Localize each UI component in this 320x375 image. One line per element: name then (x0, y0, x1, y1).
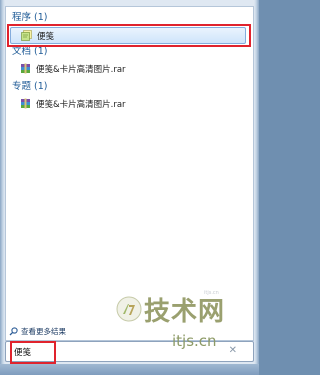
rar-archive-icon (21, 63, 30, 74)
watermark-logo (116, 296, 142, 322)
group-header-topics: 专题 (1) (12, 81, 48, 92)
rar-archive-icon (21, 98, 30, 109)
result-item-topic-rar[interactable]: 便笺&卡片高清图片.rar (10, 95, 246, 112)
result-label: 便笺 (37, 31, 55, 42)
search-icon (9, 326, 18, 335)
result-item-document-rar[interactable]: 便笺&卡片高清图片.rar (10, 60, 246, 77)
watermark-source-label: itjs.cn (204, 290, 219, 296)
start-menu-search-panel: 程序 (1) 便笺 文档 (1) 便笺&卡片高清图片.rar 专题 (1) 便笺… (0, 0, 259, 375)
result-label: 便笺&卡片高清图片.rar (36, 64, 126, 75)
search-input-value: 便笺 (14, 348, 32, 358)
result-item-sticky-notes[interactable]: 便笺 (10, 27, 246, 44)
sticky-notes-icon (21, 30, 32, 41)
see-more-label: 查看更多结果 (21, 326, 66, 336)
result-label: 便笺&卡片高清图片.rar (36, 99, 126, 110)
watermark: 技术网 itjs.cn itjs.cn (104, 288, 259, 368)
watermark-title: 技术网 (144, 297, 226, 327)
group-header-documents: 文档 (1) (12, 46, 48, 57)
watermark-domain: itjs.cn (172, 332, 217, 350)
see-more-results-link[interactable]: 查看更多结果 (9, 325, 66, 337)
group-header-programs: 程序 (1) (12, 12, 48, 23)
